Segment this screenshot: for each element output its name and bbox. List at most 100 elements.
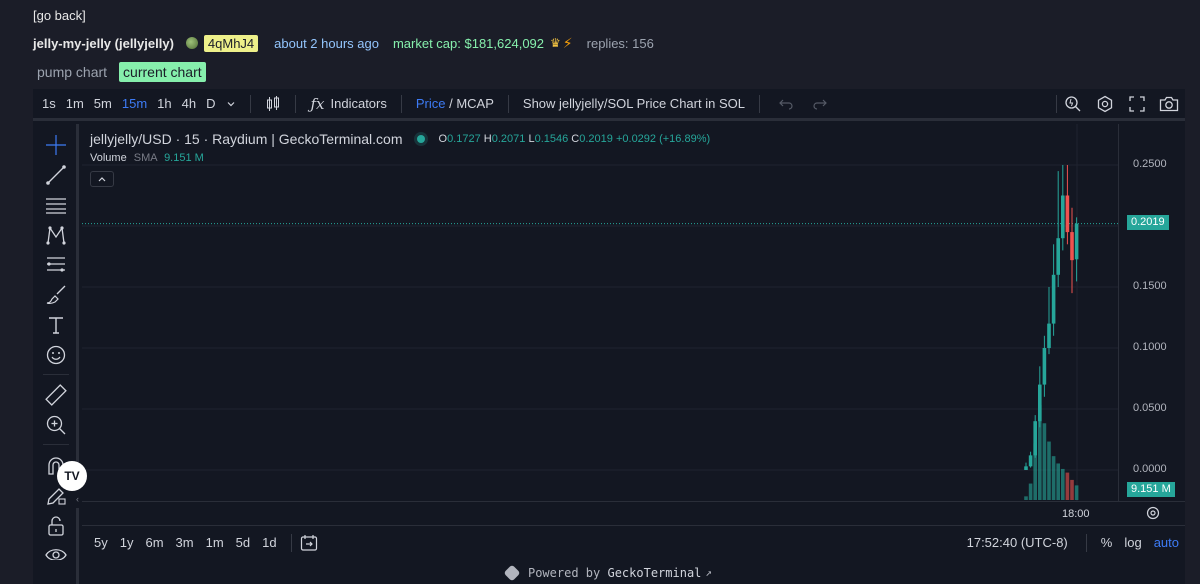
- chart-pane[interactable]: jellyjelly/USD · 15 · Raydium | GeckoTer…: [82, 124, 1185, 501]
- chart-tabs: pump chart current chart: [33, 62, 206, 82]
- percent-scale-toggle[interactable]: %: [1095, 535, 1119, 550]
- candle-type-icon[interactable]: [259, 95, 287, 113]
- creator-badge[interactable]: 4qMhJ4: [203, 34, 259, 52]
- toolbar-right-icons: [1056, 89, 1185, 118]
- range-5y[interactable]: 5y: [88, 535, 114, 550]
- toolbar-divider: [507, 94, 509, 113]
- tools-divider: [43, 374, 69, 375]
- collapse-toolbar-handle[interactable]: ‹: [73, 490, 82, 508]
- text-tool-icon[interactable]: [45, 314, 67, 336]
- trend-line-icon[interactable]: [45, 164, 67, 186]
- timeframe-1m[interactable]: 1m: [61, 96, 89, 111]
- tradingview-logo-icon[interactable]: TV: [57, 461, 87, 491]
- candle-body: [1047, 323, 1051, 348]
- timeframe-1s[interactable]: 1s: [37, 96, 61, 111]
- unlock-icon[interactable]: [45, 515, 67, 537]
- market-status-icon: [416, 135, 425, 143]
- timeframe-4h[interactable]: 4h: [177, 96, 201, 111]
- last-price-tag: 0.2019: [1127, 215, 1169, 230]
- fullscreen-icon[interactable]: [1121, 95, 1153, 112]
- log-scale-toggle[interactable]: log: [1118, 535, 1147, 550]
- redo-icon[interactable]: [806, 98, 834, 110]
- price-tick-label: 0.1500: [1133, 280, 1167, 292]
- pattern-tool-icon[interactable]: [45, 224, 67, 246]
- powered-brand: GeckoTerminal: [607, 565, 702, 580]
- candle-body: [1024, 466, 1028, 470]
- price-tick-label: 0.0500: [1133, 402, 1167, 414]
- price-option[interactable]: Price: [416, 96, 446, 111]
- lightning-icon: ⚡: [562, 34, 573, 51]
- open-value: 0.1727: [447, 133, 481, 145]
- price-tick-label: 0.0000: [1133, 463, 1167, 475]
- volume-bar: [1070, 479, 1074, 500]
- time-axis[interactable]: 18:00: [82, 501, 1185, 525]
- bottom-toolbar: 5y 1y 6m 3m 1m 5d 1d 17:52:40 (UTC-8) % …: [82, 525, 1185, 559]
- show-sol-chart-button[interactable]: Show jellyjelly/SOL Price Chart in SOL: [517, 96, 751, 111]
- high-value: 0.2071: [491, 133, 526, 145]
- emoji-icon[interactable]: [45, 344, 67, 366]
- timeframe-d[interactable]: D: [201, 96, 220, 111]
- symbol-legend: jellyjelly/USD · 15 · Raydium | GeckoTer…: [90, 131, 710, 147]
- close-value: 0.2019: [579, 133, 613, 145]
- price-axis[interactable]: 0.2500 0.1500 0.1000 0.0500 0.0000 0.201…: [1118, 124, 1185, 501]
- toolbar-divider: [1085, 533, 1087, 552]
- bottom-right-controls: 17:52:40 (UTC-8) % log auto: [967, 526, 1185, 560]
- mcap-option[interactable]: MCAP: [456, 96, 494, 111]
- go-back-link[interactable]: [go back]: [33, 8, 86, 23]
- powered-prefix: Powered by: [527, 565, 608, 580]
- volume-label[interactable]: Volume: [90, 152, 127, 164]
- creator-avatar[interactable]: [185, 37, 198, 49]
- range-5d[interactable]: 5d: [230, 535, 256, 550]
- zoom-in-icon[interactable]: [45, 414, 67, 436]
- drawing-toolbar: [33, 124, 79, 584]
- powered-by-footer[interactable]: Powered by GeckoTerminal ↗: [33, 561, 1185, 584]
- quick-search-icon[interactable]: [1057, 95, 1089, 113]
- time-tick-label: 18:00: [1062, 508, 1090, 520]
- volume-bar: [1051, 456, 1056, 500]
- range-1m[interactable]: 1m: [200, 535, 230, 550]
- sma-label: SMA: [133, 152, 157, 164]
- screenshot-camera-icon[interactable]: [1153, 96, 1185, 112]
- chart-toolbar: 1s 1m 5m 15m 1h 4h D ƒx Indicators Price…: [33, 89, 1185, 121]
- auto-scale-toggle[interactable]: auto: [1148, 535, 1185, 550]
- geckoterminal-logo-icon: [503, 564, 521, 581]
- range-1d[interactable]: 1d: [256, 535, 282, 550]
- volume-tag: 9.151 M: [1127, 482, 1175, 497]
- fib-retracement-icon[interactable]: [45, 254, 67, 276]
- price-tick-label: 0.2500: [1133, 158, 1167, 170]
- axis-settings-gear-icon[interactable]: [1146, 506, 1160, 523]
- timeframe-15m[interactable]: 15m: [117, 96, 152, 111]
- crosshair-icon[interactable]: [45, 134, 67, 156]
- indicators-label: Indicators: [330, 96, 387, 111]
- chart-widget: 1s 1m 5m 15m 1h 4h D ƒx Indicators Price…: [33, 89, 1185, 584]
- toolbar-divider: [250, 94, 252, 113]
- brush-icon[interactable]: [45, 284, 67, 306]
- settings-gear-icon[interactable]: [1089, 95, 1121, 113]
- timeframe-1h[interactable]: 1h: [152, 96, 176, 111]
- volume-value: 9.151 M: [164, 152, 204, 164]
- go-to-date-calendar-icon[interactable]: [300, 534, 318, 552]
- collapse-legend-chevron-up-icon[interactable]: [90, 171, 114, 187]
- timezone-clock[interactable]: 17:52:40 (UTC-8): [967, 535, 1068, 550]
- range-1y[interactable]: 1y: [114, 535, 140, 550]
- price-mcap-toggle[interactable]: Price / MCAP: [410, 96, 500, 111]
- toolbar-divider: [400, 94, 402, 113]
- tab-pump-chart[interactable]: pump chart: [33, 62, 111, 82]
- token-name[interactable]: jelly-my-jelly (jellyjelly): [33, 36, 174, 51]
- candle-body: [1028, 455, 1033, 467]
- symbol-title[interactable]: jellyjelly/USD · 15 · Raydium | GeckoTer…: [90, 131, 403, 147]
- horizontal-lines-icon[interactable]: [45, 194, 67, 216]
- timeframe-5m[interactable]: 5m: [89, 96, 117, 111]
- candle-body: [1074, 223, 1079, 260]
- indicators-button[interactable]: ƒx Indicators: [304, 95, 392, 113]
- ruler-icon[interactable]: [45, 384, 67, 406]
- range-6m[interactable]: 6m: [139, 535, 169, 550]
- volume-bar: [1042, 423, 1047, 500]
- eye-icon[interactable]: [45, 544, 67, 560]
- crown-icon: ♛: [550, 36, 561, 50]
- tab-current-chart[interactable]: current chart: [119, 62, 206, 82]
- range-3m[interactable]: 3m: [170, 535, 200, 550]
- timeframe-dropdown-chevron-icon[interactable]: [220, 99, 242, 109]
- price-chart-canvas[interactable]: [82, 124, 1185, 501]
- undo-icon[interactable]: [772, 98, 800, 110]
